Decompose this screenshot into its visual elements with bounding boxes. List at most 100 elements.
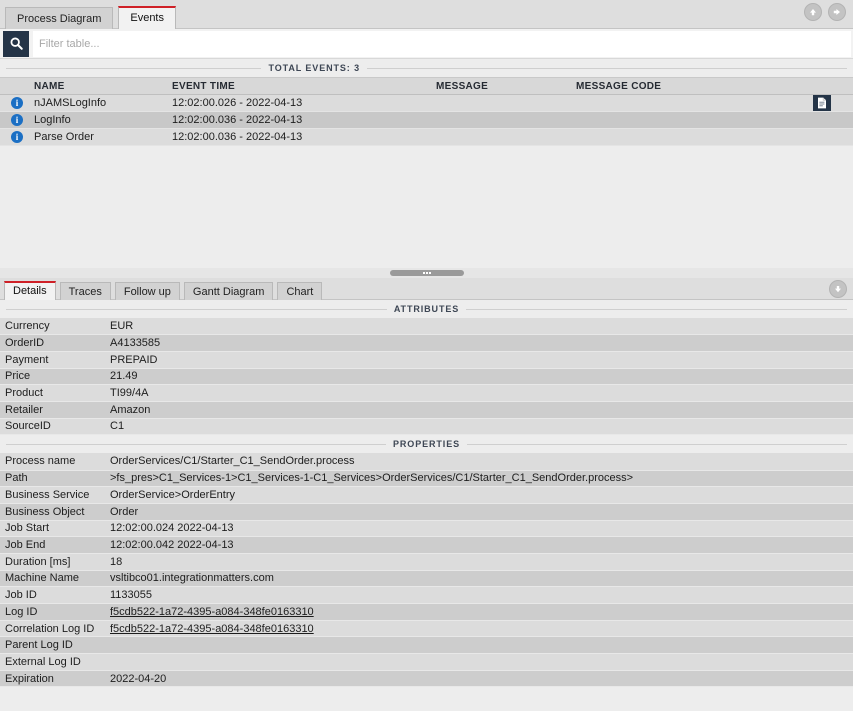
properties-section-caption: PROPERTIES	[0, 435, 853, 454]
property-key: Path	[0, 470, 105, 488]
property-value: 12:02:00.042 2022-04-13	[105, 536, 853, 554]
property-key: Business Service	[0, 486, 105, 504]
list-item: Parent Log ID	[0, 636, 853, 655]
list-item: Process name OrderServices/C1/Starter_C1…	[0, 453, 853, 471]
info-icon[interactable]: i	[11, 114, 23, 126]
attribute-key: Price	[0, 368, 105, 386]
panel-splitter[interactable]	[0, 268, 853, 278]
property-key: Business Object	[0, 503, 105, 521]
tab-chart-label: Chart	[286, 286, 314, 298]
list-item: Job Start 12:02:00.024 2022-04-13	[0, 520, 853, 538]
tab-process-diagram[interactable]: Process Diagram	[5, 7, 114, 29]
tab-traces-label: Traces	[68, 286, 102, 298]
tab-follow-up[interactable]: Follow up	[114, 282, 180, 300]
attribute-value: Amazon	[105, 401, 853, 419]
attribute-value: TI99/4A	[105, 384, 853, 402]
attribute-key: SourceID	[0, 418, 105, 436]
list-item: Currency EUR	[0, 318, 853, 336]
table-row[interactable]: i Parse Order 12:02:00.036 - 2022-04-13	[0, 128, 853, 146]
property-value: OrderServices/C1/Starter_C1_SendOrder.pr…	[105, 453, 853, 471]
property-value: 1133055	[105, 586, 853, 604]
property-key: Job Start	[0, 520, 105, 538]
col-header-message-code[interactable]: MESSAGE CODE	[572, 77, 806, 95]
search-icon[interactable]	[3, 30, 29, 57]
table-row[interactable]: i LogInfo 12:02:00.036 - 2022-04-13	[0, 111, 853, 129]
tab-gantt-diagram[interactable]: Gantt Diagram	[183, 282, 274, 300]
filter-bar	[0, 29, 853, 59]
property-value: >fs_pres>C1_Services-1>C1_Services-1-C1_…	[105, 470, 853, 488]
row-action-cell	[806, 94, 853, 112]
row-message-code	[572, 94, 806, 112]
drag-handle-icon[interactable]	[389, 270, 464, 276]
row-message	[432, 94, 572, 112]
property-value: f5cdb522-1a72-4395-a084-348fe0163310	[105, 603, 853, 621]
row-info-cell: i	[0, 111, 30, 129]
col-header-actions[interactable]	[806, 77, 853, 95]
caption-rule-left	[6, 67, 262, 69]
col-header-icon[interactable]	[0, 77, 30, 95]
events-table-header: NAME EVENT TIME MESSAGE MESSAGE CODE	[0, 77, 853, 95]
top-nav-buttons	[804, 3, 846, 21]
list-item: Business Object Order	[0, 503, 853, 521]
table-row[interactable]: i nJAMSLogInfo 12:02:00.026 - 2022-04-13	[0, 94, 853, 112]
caption-rule-left	[6, 443, 386, 445]
attributes-table: Currency EUR OrderID A4133585 Payment PR…	[0, 318, 853, 436]
list-item: Log ID f5cdb522-1a72-4395-a084-348fe0163…	[0, 603, 853, 621]
njams-event-viewer: Process Diagram Events TOTAL EVENTS:	[0, 0, 853, 711]
list-item: Machine Name vsltibco01.integrationmatte…	[0, 570, 853, 588]
events-header-row: NAME EVENT TIME MESSAGE MESSAGE CODE	[0, 77, 853, 95]
attributes-label: ATTRIBUTES	[393, 304, 460, 314]
detail-nav-buttons	[829, 280, 847, 298]
tab-details[interactable]: Details	[4, 281, 56, 300]
tab-events-label: Events	[130, 12, 164, 24]
list-item: Payment PREPAID	[0, 351, 853, 369]
properties-label: PROPERTIES	[393, 439, 461, 450]
row-event-time: 12:02:00.026 - 2022-04-13	[168, 94, 432, 112]
caption-rule-right	[367, 67, 847, 69]
log-id-link[interactable]: f5cdb522-1a72-4395-a084-348fe0163310	[110, 606, 314, 618]
info-icon[interactable]: i	[11, 131, 23, 143]
list-item: Product TI99/4A	[0, 384, 853, 402]
caption-rule-right	[466, 308, 847, 310]
row-name: Parse Order	[30, 128, 168, 146]
col-header-name[interactable]: NAME	[30, 77, 168, 95]
events-empty-area	[0, 146, 853, 268]
info-icon[interactable]: i	[11, 97, 23, 109]
events-table: NAME EVENT TIME MESSAGE MESSAGE CODE i n…	[0, 77, 853, 146]
tab-traces[interactable]: Traces	[59, 282, 111, 300]
row-message	[432, 128, 572, 146]
arrow-down-circle-icon[interactable]	[829, 280, 847, 298]
list-item: Expiration 2022-04-20	[0, 670, 853, 688]
list-item: SourceID C1	[0, 418, 853, 436]
property-key: Process name	[0, 453, 105, 471]
attributes-table-body: Currency EUR OrderID A4133585 Payment PR…	[0, 318, 853, 436]
property-key: Correlation Log ID	[0, 620, 105, 638]
property-key: Machine Name	[0, 570, 105, 588]
attribute-key: Retailer	[0, 401, 105, 419]
document-icon[interactable]	[813, 95, 831, 111]
row-message-code	[572, 111, 806, 129]
list-item: Path >fs_pres>C1_Services-1>C1_Services-…	[0, 470, 853, 488]
list-item: Retailer Amazon	[0, 401, 853, 419]
tab-gantt-diagram-label: Gantt Diagram	[192, 286, 265, 298]
list-item: Duration [ms] 18	[0, 553, 853, 571]
arrow-right-circle-icon[interactable]	[828, 3, 846, 21]
row-info-cell: i	[0, 128, 30, 146]
col-header-event-time[interactable]: EVENT TIME	[168, 77, 432, 95]
attribute-value: PREPAID	[105, 351, 853, 369]
correlation-log-id-link[interactable]: f5cdb522-1a72-4395-a084-348fe0163310	[110, 623, 314, 635]
caption-rule-right	[467, 443, 848, 445]
tab-chart[interactable]: Chart	[277, 282, 323, 300]
property-value	[105, 636, 853, 655]
property-key: Parent Log ID	[0, 636, 105, 655]
col-header-message[interactable]: MESSAGE	[432, 77, 572, 95]
filter-input[interactable]	[33, 30, 851, 57]
attribute-value: C1	[105, 418, 853, 436]
arrow-up-circle-icon[interactable]	[804, 3, 822, 21]
list-item: Correlation Log ID f5cdb522-1a72-4395-a0…	[0, 620, 853, 638]
list-item: Business Service OrderService>OrderEntry	[0, 486, 853, 504]
detail-area: ATTRIBUTES Currency EUR OrderID A4133585…	[0, 300, 853, 711]
row-action-cell	[806, 111, 853, 129]
tab-events[interactable]: Events	[118, 6, 176, 29]
attribute-value: 21.49	[105, 368, 853, 386]
